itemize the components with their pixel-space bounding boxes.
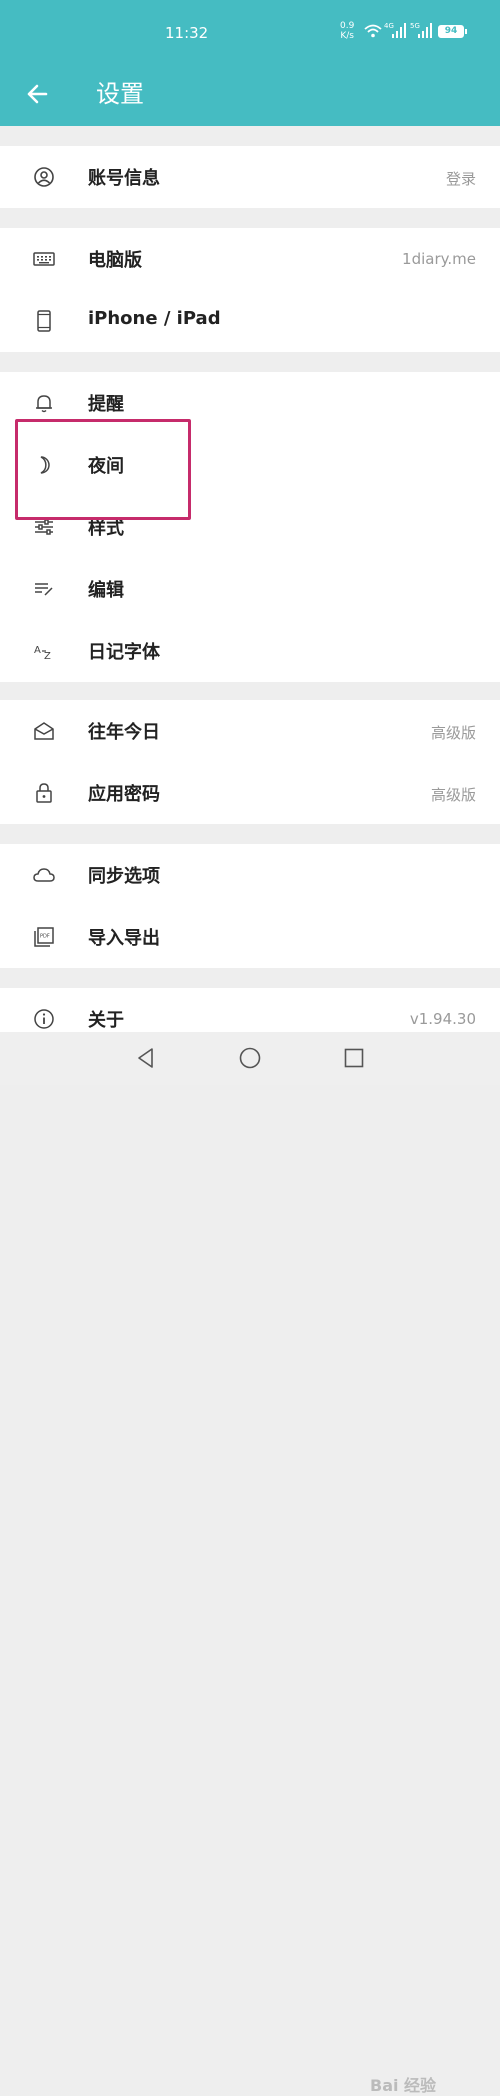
signal-icon-2 xyxy=(418,23,432,38)
settings-item-on-this-day[interactable]: 往年今日 高级版 xyxy=(0,700,500,762)
account-icon xyxy=(34,167,54,187)
nav-recents-icon[interactable] xyxy=(342,1046,366,1070)
wifi-icon xyxy=(364,24,382,38)
svg-text:A: A xyxy=(34,645,41,656)
lock-icon xyxy=(36,783,52,803)
watermark: Bai 经验 xyxy=(370,2076,437,2095)
edit-icon xyxy=(35,583,53,596)
back-arrow-icon[interactable] xyxy=(22,78,54,110)
settings-item-value: 登录 xyxy=(445,170,476,188)
battery-icon: 94 xyxy=(438,25,467,38)
settings-item-label: iPhone / iPad xyxy=(88,308,221,329)
settings-item-app-password[interactable]: 应用密码 高级版 xyxy=(0,762,500,824)
settings-item-label: 账号信息 xyxy=(88,168,160,189)
settings-item-value: 高级版 xyxy=(430,786,476,804)
nav-back-icon[interactable] xyxy=(134,1046,158,1070)
settings-item-label: 编辑 xyxy=(88,580,124,601)
settings-item-sync-options[interactable]: 同步选项 xyxy=(0,844,500,906)
settings-item-edit[interactable]: 编辑 xyxy=(0,558,500,620)
mail-icon xyxy=(34,722,54,740)
settings-group-sync: 同步选项 PDF 导入导出 xyxy=(0,844,500,968)
settings-item-value: v1.94.30 xyxy=(409,1010,476,1028)
settings-item-label: 提醒 xyxy=(88,394,124,415)
settings-item-account[interactable]: 账号信息 登录 xyxy=(0,146,500,208)
svg-text:Z: Z xyxy=(44,651,51,662)
settings-item-label: 关于 xyxy=(88,1010,124,1031)
settings-group-premium: 往年今日 高级版 应用密码 高级版 xyxy=(0,700,500,824)
cloud-icon xyxy=(33,868,55,882)
phone-icon xyxy=(37,310,51,332)
font-icon: A Z xyxy=(34,645,51,662)
signal-icon xyxy=(392,23,406,38)
status-time: 11:32 xyxy=(165,24,209,42)
settings-item-iphone-ipad[interactable]: iPhone / iPad xyxy=(0,290,500,352)
settings-item-desktop[interactable]: 电脑版 1diary.me xyxy=(0,228,500,290)
settings-group-devices: 电脑版 1diary.me iPhone / iPad xyxy=(0,228,500,352)
bell-icon xyxy=(36,395,52,413)
settings-group-account: 账号信息 登录 xyxy=(0,146,500,208)
svg-text:PDF: PDF xyxy=(40,934,50,940)
settings-item-label: 电脑版 xyxy=(88,250,142,271)
settings-item-label: 导入导出 xyxy=(88,928,160,949)
settings-item-label: 日记字体 xyxy=(88,642,160,663)
app-bar: 设置 xyxy=(0,66,500,126)
info-icon xyxy=(34,1009,54,1029)
network-speed: 0.9 K/s xyxy=(340,21,354,41)
network-speed-unit: K/s xyxy=(340,31,354,41)
settings-item-label: 应用密码 xyxy=(88,784,160,805)
page-title: 设置 xyxy=(96,80,144,108)
status-bar: 11:32 0.9 K/s 4G 5G 94 xyxy=(0,0,500,66)
settings-item-label: 同步选项 xyxy=(88,866,160,887)
keyboard-icon xyxy=(33,252,55,266)
settings-item-import-export[interactable]: PDF 导入导出 xyxy=(0,906,500,968)
settings-item-label: 往年今日 xyxy=(88,722,160,743)
settings-item-value: 1diary.me xyxy=(402,250,476,268)
pdf-icon: PDF xyxy=(34,927,54,947)
annotation-highlight-box xyxy=(15,419,191,520)
system-nav-bar: Bai 经验 xyxy=(0,1032,500,2095)
settings-item-diary-font[interactable]: A Z 日记字体 xyxy=(0,620,500,682)
settings-item-value: 高级版 xyxy=(430,724,476,742)
nav-home-icon[interactable] xyxy=(238,1046,262,1070)
network-speed-value: 0.9 xyxy=(340,21,355,31)
